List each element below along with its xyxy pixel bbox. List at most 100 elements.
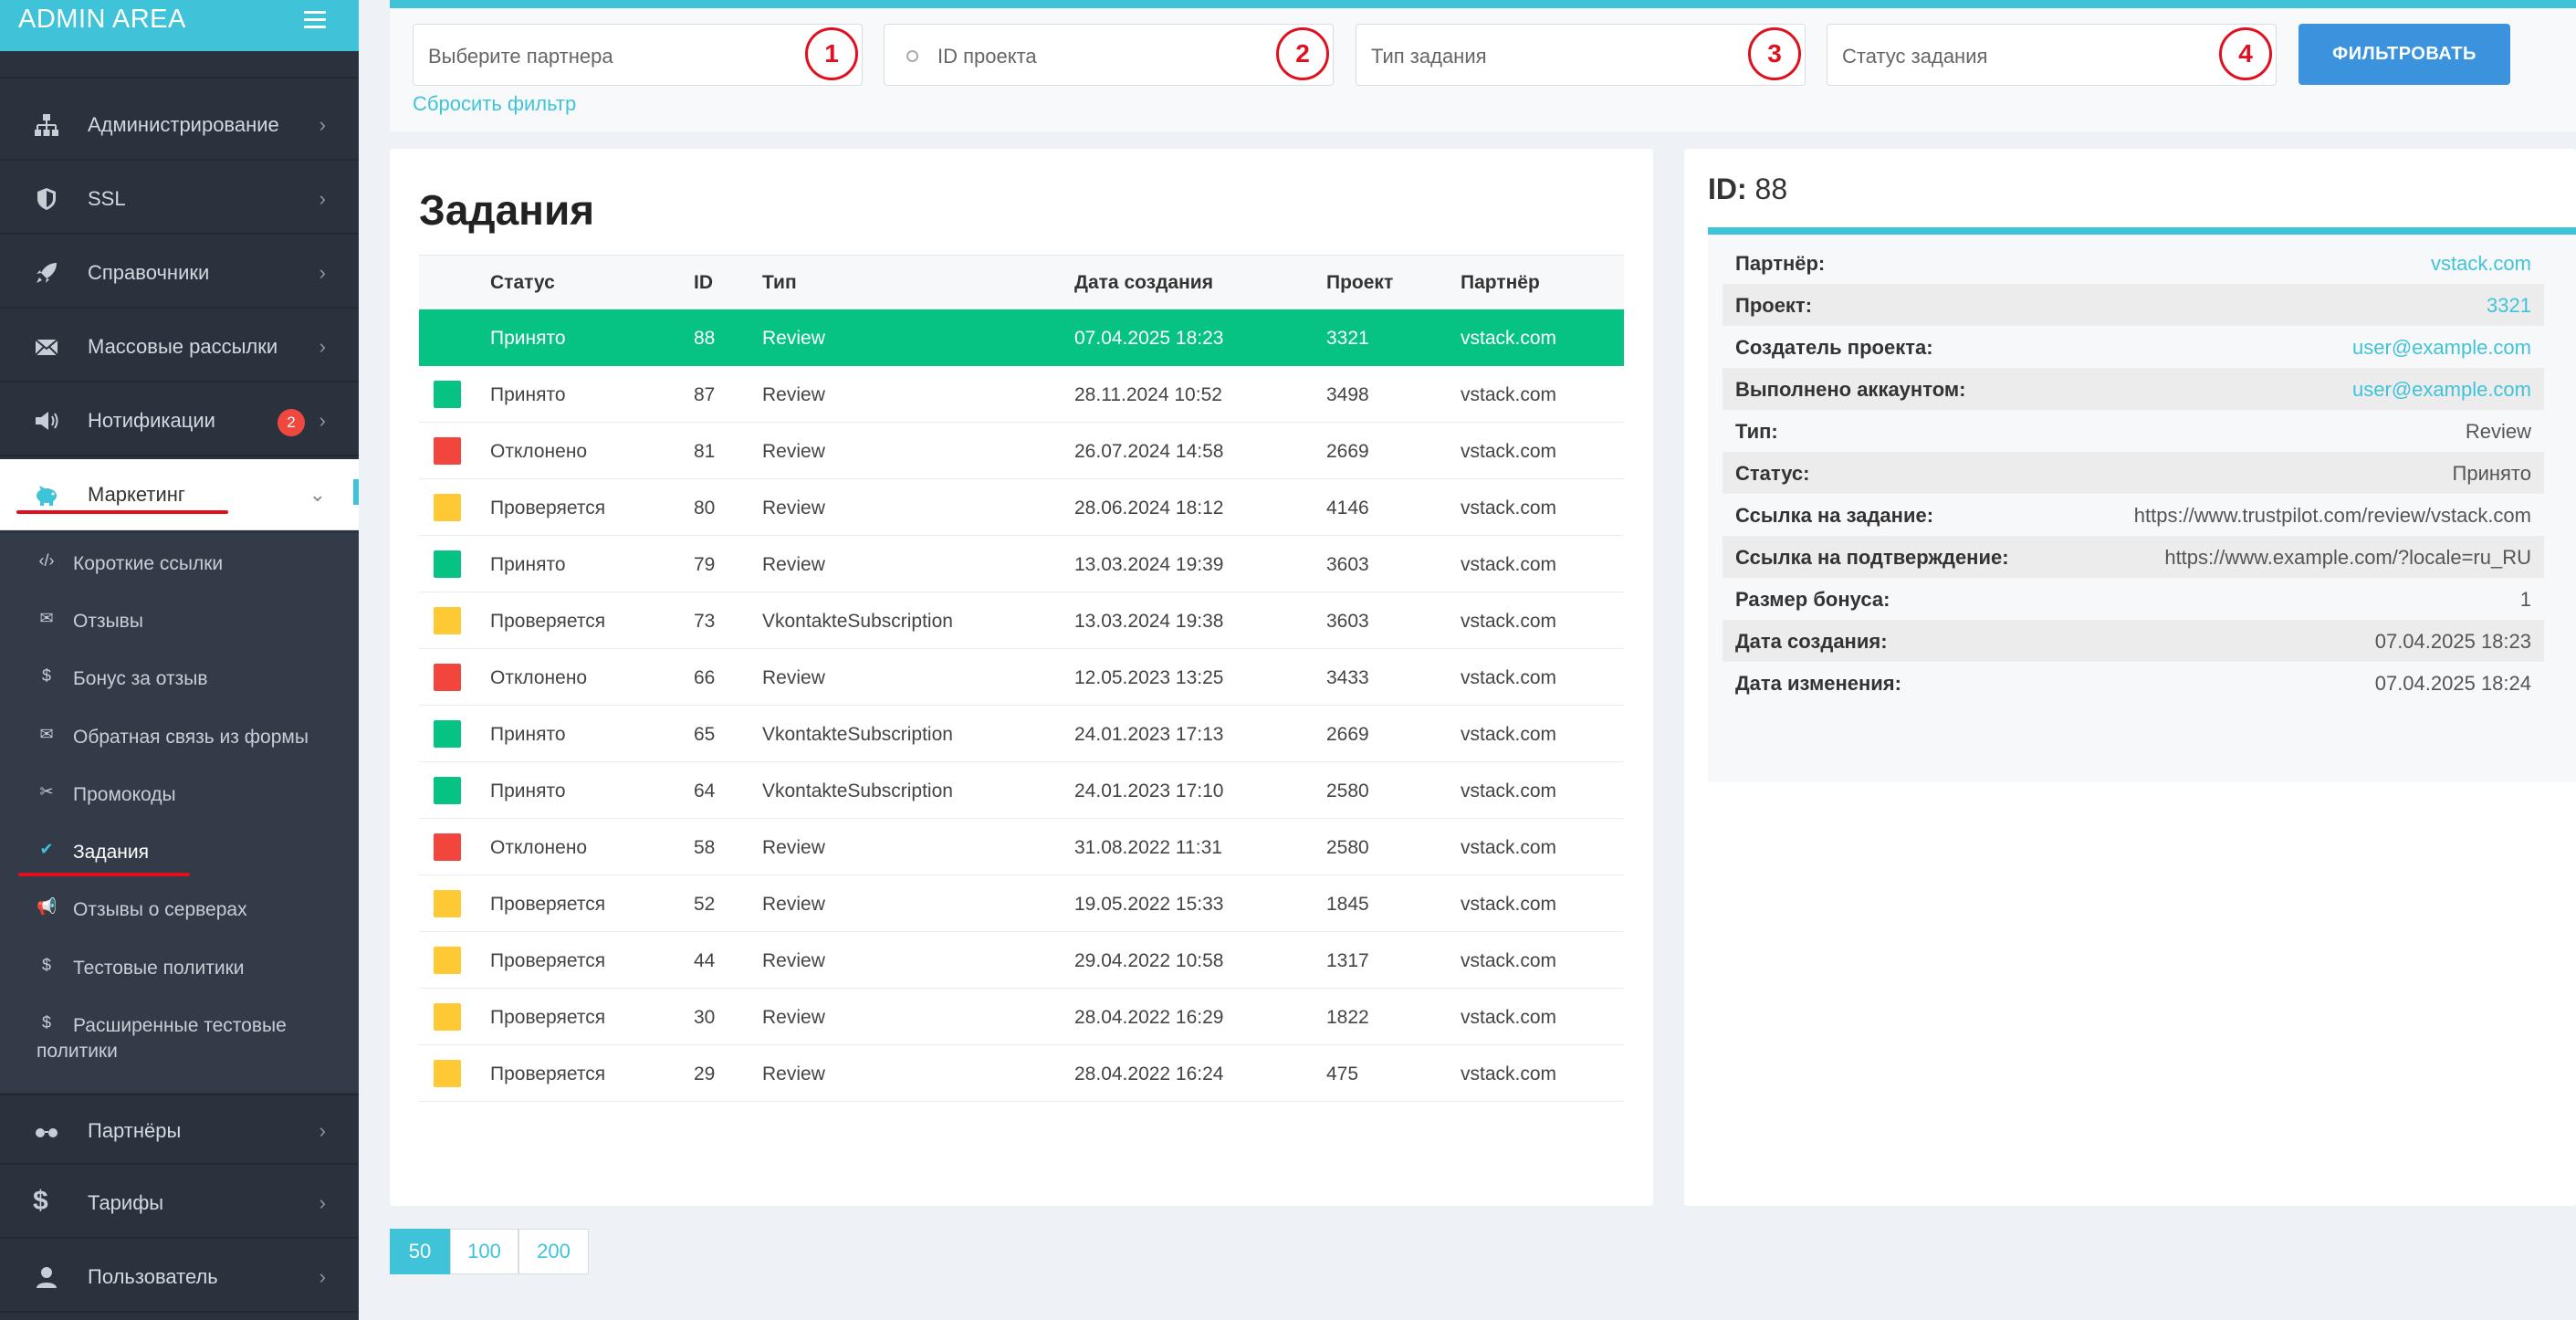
sidebar-subitem-label: Расширенные тестовые политики <box>37 1015 287 1062</box>
table-row[interactable]: Проверяется 80 Review 28.06.2024 18:12 4146 v… <box>419 479 1624 536</box>
sidebar-subitem-review-bonus[interactable]: $ Бонус за отзыв <box>0 666 359 694</box>
task-type-select[interactable]: Тип задания <box>1356 24 1806 86</box>
hamburger-menu-icon[interactable] <box>304 11 326 31</box>
table-row[interactable]: Принято 64 VkontakteSubscription 24.01.2023… <box>419 762 1624 819</box>
cell-id: 64 <box>694 780 716 801</box>
partner-select[interactable]: Выберите партнера <box>413 24 863 86</box>
reset-filter-link[interactable]: Сбросить фильтр <box>413 92 576 116</box>
sidebar-item-administration[interactable]: Администрирование › <box>0 89 359 161</box>
sidebar-item-marketing[interactable]: Маркетинг ⌄ <box>0 459 359 530</box>
sidebar-subitem-tasks[interactable]: ✔ Задания <box>0 840 359 867</box>
cell-type: VkontakteSubscription <box>762 780 953 801</box>
column-header-partner[interactable]: Партнёр <box>1461 272 1540 294</box>
cell-project: 4146 <box>1326 498 1369 519</box>
sidebar-subitem-test-policies[interactable]: $ Тестовые политики <box>0 956 359 983</box>
table-row[interactable]: Принято 79 Review 13.03.2024 19:39 3603 vstac… <box>419 536 1624 592</box>
sidebar-subitem-server-reviews[interactable]: 📢 Отзывы о серверах <box>0 897 359 925</box>
sidebar-item-ssl[interactable]: SSL › <box>0 163 359 235</box>
dollar-icon: $ <box>41 956 51 974</box>
detail-value-link[interactable]: user@example.com <box>2352 336 2531 360</box>
sidebar-subitem-short-links[interactable]: ‹/› Короткие ссылки <box>0 551 359 579</box>
table-row[interactable]: Проверяется 30 Review 28.04.2022 16:29 1822 v… <box>419 989 1624 1045</box>
cell-created: 12.05.2023 13:25 <box>1074 667 1224 688</box>
detail-value-link[interactable]: vstack.com <box>2431 252 2531 276</box>
sidebar-item-label: Массовые рассылки <box>88 335 278 358</box>
sidebar-item-label: Тарифы <box>88 1191 164 1214</box>
annotation-marker-1: 1 <box>805 27 858 80</box>
cell-id: 30 <box>694 1007 716 1028</box>
sidebar-subitem-label: Бонус за отзыв <box>73 668 208 689</box>
table-row[interactable]: Отклонено 58 Review 31.08.2022 11:31 2580 vst… <box>419 819 1624 875</box>
table-row[interactable]: Проверяется 73 VkontakteSubscription 13.03.… <box>419 592 1624 649</box>
cell-partner: vstack.com <box>1461 328 1557 349</box>
cell-created: 28.04.2022 16:24 <box>1074 1063 1224 1084</box>
filter-button[interactable]: ФИЛЬТРОВАТЬ <box>2299 24 2510 85</box>
cell-type: Review <box>762 498 825 519</box>
cell-created: 19.05.2022 15:33 <box>1074 894 1224 915</box>
cell-created: 26.07.2024 14:58 <box>1074 441 1224 462</box>
cell-status: Проверяется <box>490 950 606 971</box>
table-row[interactable]: Отклонено 81 Review 26.07.2024 14:58 2669 vst… <box>419 423 1624 479</box>
status-indicator <box>434 1060 461 1087</box>
cell-id: 65 <box>694 724 716 745</box>
table-row[interactable]: Отклонено 66 Review 12.05.2023 13:25 3433 vst… <box>419 649 1624 706</box>
detail-key: Ссылка на задание: <box>1735 504 1934 527</box>
project-id-input[interactable]: ID проекта <box>884 24 1334 86</box>
status-indicator <box>434 437 461 465</box>
column-header-type[interactable]: Тип <box>762 272 797 294</box>
annotation-underline <box>18 873 190 876</box>
sidebar-item-mass-mailings[interactable]: Массовые рассылки › <box>0 311 359 382</box>
page-size-100[interactable]: 100 <box>450 1229 518 1274</box>
detail-row: Ссылка на задание: https://www.trustpilot… <box>1723 494 2544 536</box>
table-row[interactable]: Принято 87 Review 28.11.2024 10:52 3498 vstac… <box>419 366 1624 423</box>
detail-value-link[interactable]: 3321 <box>2487 294 2531 318</box>
detail-row: Тип: Review <box>1723 410 2544 452</box>
sidebar-subitem-label: Отзывы о серверах <box>73 899 247 920</box>
sidebar-subitem-label: Тестовые политики <box>73 958 245 979</box>
page-title: Задания <box>419 186 595 234</box>
sidebar-subitem-promocodes[interactable]: ✂ Промокоды <box>0 782 359 810</box>
detail-id: ID: 88 <box>1708 173 1787 206</box>
chevron-right-icon: › <box>319 187 326 210</box>
envelope-icon: ✉ <box>39 725 54 743</box>
cell-id: 73 <box>694 611 716 632</box>
cell-status: Отклонено <box>490 441 588 462</box>
table-row[interactable]: Принято 65 VkontakteSubscription 24.01.2023… <box>419 706 1624 762</box>
table-row[interactable]: Проверяется 44 Review 29.04.2022 10:58 1317 v… <box>419 932 1624 989</box>
sidebar-subitem-extended-test-policies[interactable]: $ Расширенные тестовые политики <box>0 1013 359 1068</box>
sidebar-item-label: SSL <box>88 187 126 210</box>
task-status-select[interactable]: Статус задания <box>1827 24 2277 86</box>
table-row[interactable]: Проверяется 52 Review 19.05.2022 15:33 1845 v… <box>419 875 1624 932</box>
page-size-200[interactable]: 200 <box>518 1229 589 1274</box>
megaphone-icon <box>36 412 58 430</box>
sidebar: ADMIN AREA vCloud Director › Администрир… <box>0 0 359 1320</box>
sidebar-item-directories[interactable]: Справочники › <box>0 237 359 309</box>
cell-created: 24.01.2023 17:10 <box>1074 780 1224 801</box>
sidebar-subitem-reviews[interactable]: ✉ Отзывы <box>0 609 359 636</box>
column-header-project[interactable]: Проект <box>1326 272 1393 294</box>
task-type-placeholder: Тип задания <box>1371 45 1487 68</box>
sitemap-icon <box>35 114 58 136</box>
column-header-id[interactable]: ID <box>694 272 713 294</box>
sidebar-subitem-form-feedback[interactable]: ✉ Обратная связь из формы <box>0 725 359 752</box>
notification-count-badge: 2 <box>277 409 305 436</box>
sidebar-item-partners[interactable]: Партнёры › <box>0 1094 359 1165</box>
cell-type: Review <box>762 1063 825 1084</box>
cell-created: 07.04.2025 18:23 <box>1074 328 1224 349</box>
envelope-icon <box>35 339 58 356</box>
detail-value-link[interactable]: user@example.com <box>2352 378 2531 402</box>
cell-status: Принято <box>490 328 566 349</box>
column-header-created[interactable]: Дата создания <box>1074 272 1213 294</box>
active-indicator <box>353 479 359 505</box>
table-row[interactable]: Проверяется 29 Review 28.04.2022 16:24 475 vs… <box>419 1045 1624 1102</box>
sidebar-item-notifications[interactable]: Нотификации 2 › <box>0 385 359 456</box>
column-header-status[interactable]: Статус <box>490 272 555 294</box>
sidebar-item-tariffs[interactable]: $ Тарифы › <box>0 1168 359 1239</box>
status-indicator <box>434 890 461 917</box>
page-size-50[interactable]: 50 <box>390 1229 450 1274</box>
cell-type: Review <box>762 837 825 858</box>
tasks-panel: Задания Статус ID Тип Дата создания Прое… <box>390 149 1653 1206</box>
table-row[interactable]: Принято 88 Review 07.04.2025 18:23 3321 vstac… <box>419 309 1624 366</box>
project-id-placeholder: ID проекта <box>937 45 1037 68</box>
sidebar-item-user[interactable]: Пользователь › <box>0 1241 359 1313</box>
